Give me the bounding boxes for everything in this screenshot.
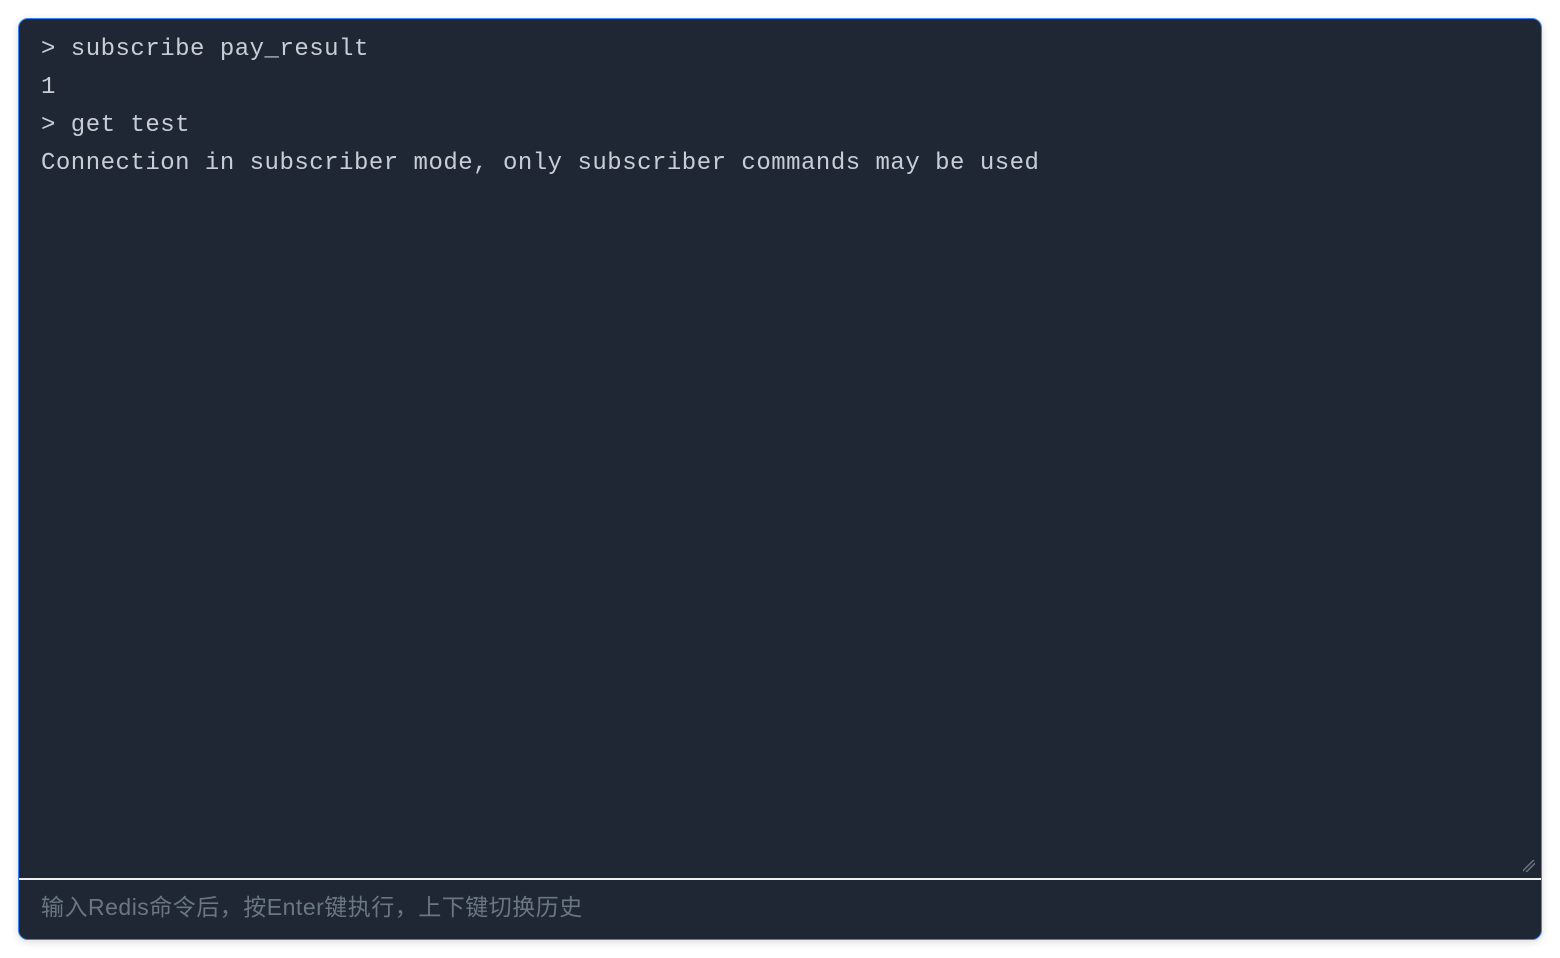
input-area	[19, 880, 1541, 939]
terminal-container: > subscribe pay_result 1 > get test Conn…	[18, 18, 1542, 940]
command-input[interactable]	[41, 894, 1519, 921]
terminal-line: > subscribe pay_result	[41, 31, 1519, 69]
terminal-output[interactable]: > subscribe pay_result 1 > get test Conn…	[19, 19, 1541, 878]
terminal-line: Connection in subscriber mode, only subs…	[41, 145, 1519, 183]
terminal-line: > get test	[41, 107, 1519, 145]
terminal-line: 1	[41, 69, 1519, 107]
